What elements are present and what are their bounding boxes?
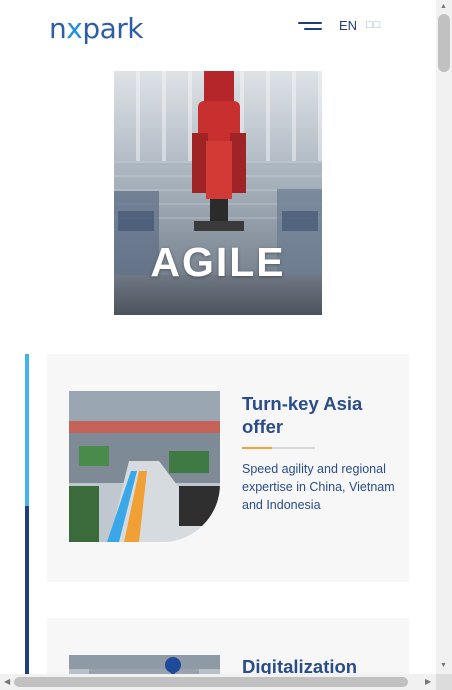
vertical-scrollbar[interactable]: ▲ ▼: [436, 0, 452, 674]
card-description: Speed agility and regional expertise in …: [242, 462, 395, 512]
scroll-up-arrow-icon[interactable]: ▲: [440, 3, 447, 10]
language-en-link[interactable]: EN: [339, 18, 357, 33]
scroll-left-arrow-icon[interactable]: ◀: [4, 677, 10, 686]
card-title-underline: [242, 447, 315, 449]
language-alt-link[interactable]: □□: [366, 19, 381, 31]
vertical-scroll-thumb[interactable]: [438, 14, 450, 72]
site-header: nxpark EN □□: [0, 0, 436, 60]
horizontal-scrollbar[interactable]: ◀ ▶: [0, 674, 436, 690]
hero-overlay-word: AGILE: [150, 239, 286, 285]
scrollbar-corner: [436, 674, 452, 690]
section-accent-bar: [25, 354, 29, 690]
scroll-down-arrow-icon[interactable]: ▼: [440, 662, 447, 669]
factory-image: [69, 391, 220, 542]
nxpark-logo[interactable]: nxpark: [49, 12, 143, 45]
hero-image: AGILE: [114, 71, 322, 315]
scroll-right-arrow-icon[interactable]: ▶: [425, 677, 431, 686]
feature-card-turnkey[interactable]: Turn-key Asia offer Speed agility and re…: [47, 354, 409, 582]
card-title: Turn-key Asia offer: [242, 393, 363, 437]
horizontal-scroll-thumb[interactable]: [14, 677, 408, 687]
hamburger-menu-icon[interactable]: [296, 20, 322, 32]
